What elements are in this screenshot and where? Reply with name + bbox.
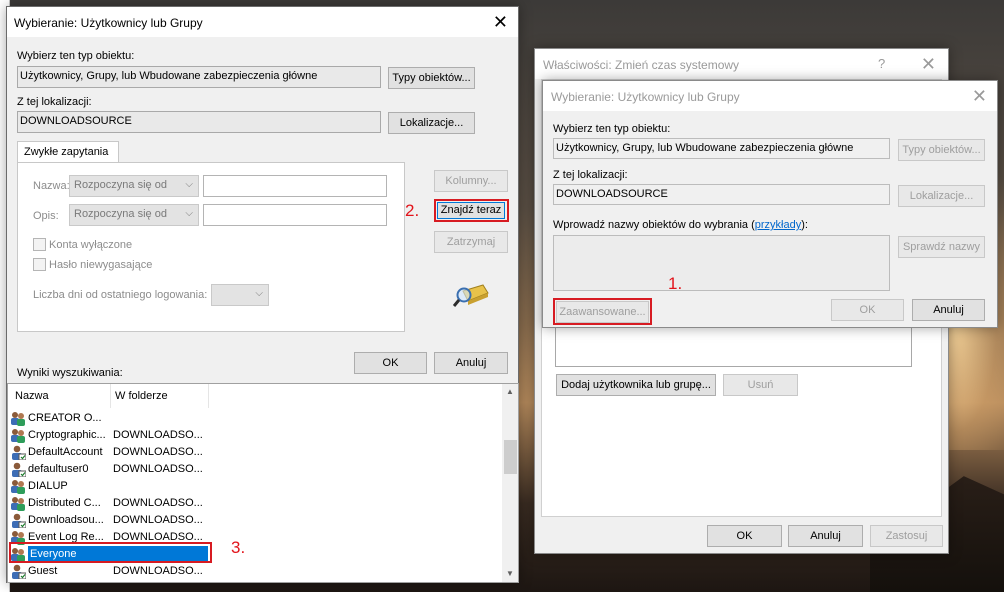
main-ok-button[interactable]: OK <box>354 352 427 374</box>
main-titlebar: Wybieranie: Użytkownicy lub Grupy ✕ <box>7 7 518 37</box>
enter-names-label: Wprowadź nazwy obiektów do wybrania (prz… <box>553 219 808 231</box>
search-icon <box>453 284 489 307</box>
chevron-down-icon: ⌵ <box>185 179 193 190</box>
non-expiring-password-checkbox[interactable] <box>33 258 46 271</box>
group-icon <box>11 497 25 511</box>
small-title: Wybieranie: Użytkownicy lub Grupy <box>551 90 740 104</box>
chevron-down-icon: ⌵ <box>185 208 193 219</box>
highlight-advanced <box>553 298 652 325</box>
small-object-types-button[interactable]: Typy obiektów... <box>898 139 985 161</box>
examples-link[interactable]: przykłady <box>755 219 801 231</box>
user-icon <box>12 564 26 579</box>
row-name: Distributed C... <box>28 497 101 509</box>
locations-button[interactable]: Lokalizacje... <box>388 112 475 134</box>
row-folder: DOWNLOADSO... <box>113 463 203 475</box>
close-icon[interactable]: ✕ <box>921 55 936 73</box>
days-since-logon-select[interactable]: ⌵ <box>211 284 269 306</box>
name-input[interactable] <box>203 175 387 197</box>
chevron-down-icon: ⌵ <box>255 288 263 299</box>
scrollbar-thumb[interactable] <box>504 440 517 474</box>
object-types-button[interactable]: Typy obiektów... <box>388 67 475 89</box>
object-type-field: Użytkownicy, Grupy, lub Wbudowane zabezp… <box>17 66 381 88</box>
row-name: DefaultAccount <box>28 446 103 458</box>
column-header-name[interactable]: Nazwa <box>12 384 111 408</box>
scroll-up-icon[interactable]: ▲ <box>506 387 514 396</box>
name-label: Nazwa: <box>33 180 70 192</box>
row-name: Downloadsou... <box>28 514 104 526</box>
main-title: Wybieranie: Użytkownicy lub Grupy <box>14 16 203 30</box>
small-titlebar: Wybieranie: Użytkownicy lub Grupy ✕ <box>543 81 997 111</box>
row-name: DIALUP <box>28 480 68 492</box>
row-folder: DOWNLOADSO... <box>113 497 203 509</box>
location-label: Z tej lokalizacji: <box>17 96 92 108</box>
add-user-button[interactable]: Dodaj użytkownika lub grupę... <box>556 374 716 396</box>
object-type-label: Wybierz ten typ obiektu: <box>17 50 135 62</box>
apply-button[interactable]: Zastosuj <box>870 525 943 547</box>
location-field: DOWNLOADSOURCE <box>17 111 381 133</box>
user-icon <box>12 445 26 460</box>
days-since-logon-label: Liczba dni od ostatniego logowania: <box>33 289 208 301</box>
disabled-accounts-label: Konta wyłączone <box>49 239 133 251</box>
name-mode-select[interactable]: Rozpoczyna się od ⌵ <box>69 175 199 197</box>
annotation-step-1: 1. <box>668 274 683 293</box>
group-icon <box>11 429 25 443</box>
group-icon <box>11 412 25 426</box>
close-icon[interactable]: ✕ <box>493 13 508 31</box>
remove-button[interactable]: Usuń <box>723 374 798 396</box>
row-folder: DOWNLOADSO... <box>113 565 203 577</box>
column-header-folder[interactable]: W folderze <box>112 384 209 408</box>
results-label: Wyniki wyszukiwania: <box>17 367 123 379</box>
annotation-step-3: 3. <box>231 538 246 557</box>
description-input[interactable] <box>203 204 387 226</box>
scroll-down-icon[interactable]: ▼ <box>506 569 514 578</box>
row-name: Cryptographic... <box>28 429 106 441</box>
disabled-accounts-checkbox[interactable] <box>33 238 46 251</box>
row-folder: DOWNLOADSO... <box>113 514 203 526</box>
small-ok-button[interactable]: OK <box>831 299 904 321</box>
props-ok-button[interactable]: OK <box>707 525 782 547</box>
small-location-field: DOWNLOADSOURCE <box>553 184 890 205</box>
small-cancel-button[interactable]: Anuluj <box>912 299 985 321</box>
close-icon[interactable]: ✕ <box>972 87 987 105</box>
description-mode-value: Rozpoczyna się od <box>74 208 167 220</box>
small-object-type-field: Użytkownicy, Grupy, lub Wbudowane zabezp… <box>553 138 890 159</box>
row-folder: DOWNLOADSO... <box>113 446 203 458</box>
main-cancel-button[interactable]: Anuluj <box>434 352 508 374</box>
props-cancel-button[interactable]: Anuluj <box>788 525 863 547</box>
row-folder: DOWNLOADSO... <box>113 429 203 441</box>
highlight-everyone <box>9 542 212 563</box>
tab-common-queries[interactable]: Zwykłe zapytania <box>17 141 119 163</box>
group-icon <box>11 480 25 494</box>
stop-button[interactable]: Zatrzymaj <box>434 231 508 253</box>
highlight-find-now <box>434 199 509 222</box>
properties-titlebar: Właściwości: Zmień czas systemowy ? ✕ <box>535 49 948 79</box>
user-icon <box>12 462 26 477</box>
tab-label: Zwykłe zapytania <box>24 146 109 158</box>
row-name: Guest <box>28 565 58 577</box>
row-name: CREATOR O... <box>28 412 102 424</box>
row-name: defaultuser0 <box>28 463 89 475</box>
annotation-step-2: 2. <box>405 201 420 220</box>
name-mode-value: Rozpoczyna się od <box>74 179 167 191</box>
user-icon <box>12 513 26 528</box>
results-scrollbar[interactable]: ▲ ▼ <box>502 384 518 582</box>
help-icon[interactable]: ? <box>878 56 885 71</box>
small-object-type-label: Wybierz ten typ obiektu: <box>553 123 671 135</box>
small-locations-button[interactable]: Lokalizacje... <box>898 185 985 207</box>
select-users-dialog-advanced: Wybieranie: Użytkownicy lub Grupy ✕ Wybi… <box>6 6 519 583</box>
names-input[interactable] <box>553 235 890 291</box>
columns-button[interactable]: Kolumny... <box>434 170 508 192</box>
select-users-dialog-small: Wybieranie: Użytkownicy lub Grupy ✕ Wybi… <box>542 80 998 328</box>
check-names-button[interactable]: Sprawdź nazwy <box>898 236 985 258</box>
non-expiring-password-label: Hasło niewygasające <box>49 259 153 271</box>
properties-title: Właściwości: Zmień czas systemowy <box>543 58 740 72</box>
description-label: Opis: <box>33 210 59 222</box>
small-location-label: Z tej lokalizacji: <box>553 169 628 181</box>
description-mode-select[interactable]: Rozpoczyna się od ⌵ <box>69 204 199 226</box>
